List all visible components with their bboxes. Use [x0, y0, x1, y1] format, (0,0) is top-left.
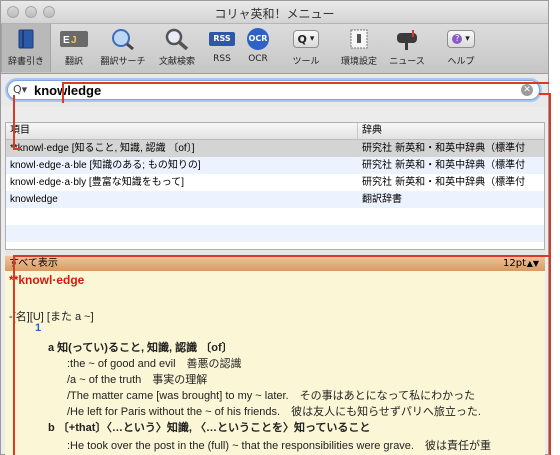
example-3: /The matter came [was brought] to my ~ l…: [67, 390, 476, 402]
book-icon: [2, 27, 50, 51]
search-input[interactable]: [34, 82, 504, 98]
search-row: Q▾ ✕: [1, 74, 548, 107]
table-body: **knowl·edge [知ること, 知識, 認識 〔of〕] 研究社 新英和…: [6, 140, 544, 242]
mailbox-icon: [385, 27, 429, 51]
show-all-label[interactable]: すべて表示: [9, 256, 58, 271]
empty-row: [6, 225, 544, 242]
entry-cell: knowl·edge·a·ble [知識のある; もの知りの]: [10, 160, 201, 171]
annotation-line: [13, 255, 15, 455]
svg-text:J: J: [71, 35, 77, 46]
entry-cell: knowl·edge·a·bly [豊富な知識をもって]: [10, 177, 184, 188]
example-1: :the ~ of good and evil 善悪の認識: [67, 358, 242, 370]
entry-cell: **knowl·edge [知ること, 知識, 認識 〔of〕]: [10, 143, 195, 154]
part-of-speech: -[名][U] [また a ~]: [9, 311, 94, 323]
ocr-icon: OCR: [241, 27, 275, 51]
globe-search-icon: [95, 27, 151, 51]
toolbar-translate-button[interactable]: EJ 翻訳: [55, 27, 93, 67]
dictionary-cell: 研究社 新英和・和英中辞典（標準付: [362, 160, 526, 171]
column-header-dictionary[interactable]: 辞典: [358, 123, 382, 139]
sense-number: 1: [35, 322, 42, 334]
results-table: 項目 辞典 **knowl·edge [知ること, 知識, 認識 〔of〕] 研…: [5, 122, 545, 250]
sense-a: a 知(ってい)ること, 知識, 認識 〔of〕: [48, 342, 233, 354]
window-title: コリャ英和！メニュー: [214, 7, 335, 21]
clear-search-icon[interactable]: ✕: [521, 84, 533, 96]
search-icon[interactable]: Q▾: [13, 83, 27, 96]
tool-dropdown-icon: Q ▾: [281, 27, 331, 51]
toolbar-rss-button[interactable]: RSS RSS: [205, 27, 239, 64]
font-size-select[interactable]: 12pt: [503, 256, 526, 271]
dictionary-cell: 研究社 新英和・和英中辞典（標準付: [362, 143, 526, 154]
toolbar-tools-button[interactable]: Q ▾ ツール: [281, 27, 331, 67]
table-row[interactable]: knowl·edge·a·ble [知識のある; もの知りの] 研究社 新英和・…: [6, 157, 544, 174]
annotation-line: [62, 82, 549, 84]
settings-icon: [337, 27, 381, 51]
translate-icon: EJ: [55, 27, 93, 51]
example-4: /He left for Paris without the ~ of his …: [67, 406, 481, 418]
table-header: 項目 辞典: [6, 123, 544, 140]
toolbar-news-button[interactable]: ニュース: [385, 27, 429, 67]
magnifier-icon: [153, 27, 201, 51]
sense-b: b 〔+that〕〈…という〉知識, 〈…ということを〉知っていること: [48, 422, 371, 434]
table-row[interactable]: knowledge 翻訳辞書: [6, 191, 544, 208]
rss-icon: RSS: [205, 27, 239, 51]
definition-pane: **knowl·edge -[名][U] [また a ~] 1 a 知(ってい)…: [5, 271, 545, 455]
toolbar: 辞書引き EJ 翻訳 翻訳サーチ 文献検索 RSS RSS OCR OCR Q …: [1, 24, 548, 74]
dictionary-cell: 翻訳辞書: [362, 194, 402, 205]
table-row[interactable]: **knowl·edge [知ること, 知識, 認識 〔of〕] 研究社 新英和…: [6, 140, 544, 157]
title-bar: コリャ英和！メニュー: [1, 1, 548, 24]
toolbar-help-button[interactable]: ? ▾ ヘルプ: [435, 27, 487, 67]
toolbar-ocr-button[interactable]: OCR OCR: [241, 27, 275, 64]
empty-row: [6, 208, 544, 225]
toolbar-translate-search-button[interactable]: 翻訳サーチ: [95, 27, 151, 67]
headword: **knowl·edge: [9, 273, 85, 287]
annotation-line: [62, 82, 64, 103]
example-2: /a ~ of the truth 事実の理解: [67, 374, 208, 386]
entry-cell: knowledge: [10, 194, 58, 205]
annotation-line: [13, 95, 15, 150]
annotation-line: [13, 148, 21, 150]
dictionary-cell: 研究社 新英和・和英中辞典（標準付: [362, 177, 526, 188]
example-5: :He took over the post in the (full) ~ t…: [67, 440, 491, 452]
table-row[interactable]: knowl·edge·a·bly [豊富な知識をもって] 研究社 新英和・和英中…: [6, 174, 544, 191]
stepper-arrows-icon[interactable]: ▲▼: [527, 256, 539, 271]
help-dropdown-icon: ? ▾: [435, 27, 487, 51]
svg-text:E: E: [63, 35, 70, 46]
toolbar-dictionary-button[interactable]: 辞書引き: [1, 24, 51, 72]
detail-header-bar: すべて表示 12pt ▲▼: [5, 256, 545, 271]
toolbar-literature-search-button[interactable]: 文献検索: [153, 27, 201, 67]
annotation-line: [549, 93, 551, 455]
annotation-line: [13, 255, 549, 257]
column-header-entry[interactable]: 項目: [6, 123, 358, 139]
toolbar-preferences-button[interactable]: 環境設定: [337, 27, 381, 67]
